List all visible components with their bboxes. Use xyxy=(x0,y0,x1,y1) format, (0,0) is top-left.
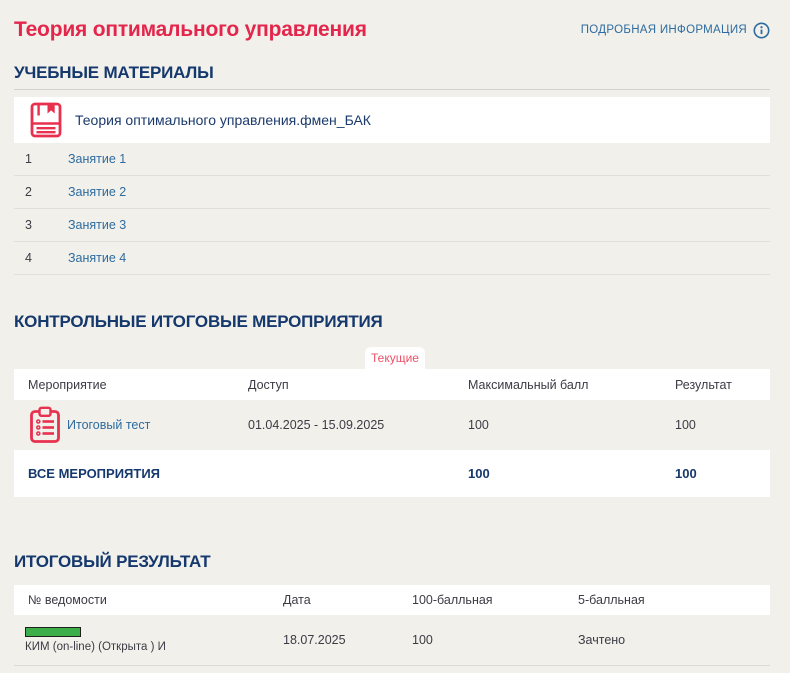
column-header-sheet: № ведомости xyxy=(28,593,107,607)
max-score-cell: 100 xyxy=(468,418,489,432)
column-header-scale100: 100-балльная xyxy=(412,593,493,607)
date-cell: 18.07.2025 xyxy=(283,633,346,647)
divider xyxy=(14,89,770,90)
lesson-row: 4 Занятие 4 xyxy=(14,242,770,275)
course-file-label: Теория оптимального управления.фмен_БАК xyxy=(75,112,371,128)
section-heading-final-result: ИТОГОВЫЙ РЕЗУЛЬТАТ xyxy=(14,552,211,571)
lesson-link-3[interactable]: Занятие 3 xyxy=(68,218,126,232)
footer-result: 100 xyxy=(675,466,697,481)
lesson-row: 2 Занятие 2 xyxy=(14,176,770,209)
column-header-result: Результат xyxy=(675,377,732,392)
sheet-label: КИМ (on-line) (Открыта ) И xyxy=(25,641,166,653)
score100-cell: 100 xyxy=(412,633,433,647)
final-result-table-header: № ведомости Дата 100-балльная 5-балльная xyxy=(14,585,770,615)
column-header-event: Мероприятие xyxy=(28,377,107,392)
page-header: Теория оптимального управления ПОДРОБНАЯ… xyxy=(14,0,770,47)
column-header-scale5: 5-балльная xyxy=(578,593,645,607)
event-cell: Итоговый тест xyxy=(14,406,248,444)
access-cell: 01.04.2025 - 15.09.2025 xyxy=(248,418,385,432)
detailed-info-link[interactable]: ПОДРОБНАЯ ИНФОРМАЦИЯ xyxy=(581,22,770,39)
clipboard-icon xyxy=(30,406,60,443)
book-icon xyxy=(30,102,62,138)
all-events-label: ВСЕ МЕРОПРИЯТИЯ xyxy=(28,466,161,481)
section-heading-materials: УЧЕБНЫЕ МАТЕРИАЛЫ xyxy=(14,63,214,82)
column-header-date: Дата xyxy=(283,593,311,607)
detailed-info-label: ПОДРОБНАЯ ИНФОРМАЦИЯ xyxy=(580,24,747,36)
lesson-number: 1 xyxy=(25,152,32,166)
lesson-link-4[interactable]: Занятие 4 xyxy=(68,251,126,265)
course-file-link[interactable]: Теория оптимального управления.фмен_БАК xyxy=(14,97,770,143)
lesson-number: 3 xyxy=(25,218,32,232)
lesson-row: 1 Занятие 1 xyxy=(14,143,770,176)
info-icon xyxy=(753,22,770,38)
control-events-table-header: Мероприятие Доступ Максимальный балл Рез… xyxy=(14,369,770,400)
sheet-cell: КИМ (on-line) (Открыта ) И xyxy=(14,627,283,653)
column-header-max-score: Максимальный балл xyxy=(468,377,589,392)
final-test-link[interactable]: Итоговый тест xyxy=(67,418,150,432)
footer-max-score: 100 xyxy=(468,466,490,481)
progress-bar xyxy=(25,627,81,637)
tab-current[interactable]: Текущие xyxy=(365,347,425,369)
page-content: Теория оптимального управления ПОДРОБНАЯ… xyxy=(14,0,770,666)
lesson-link-1[interactable]: Занятие 1 xyxy=(68,152,126,166)
lesson-link-2[interactable]: Занятие 2 xyxy=(68,185,126,199)
table-footer-row: ВСЕ МЕРОПРИЯТИЯ 100 100 xyxy=(14,450,770,497)
result-cell: 100 xyxy=(675,418,696,432)
lesson-row: 3 Занятие 3 xyxy=(14,209,770,242)
lesson-number: 4 xyxy=(25,251,32,265)
table-row: КИМ (on-line) (Открыта ) И 18.07.2025 10… xyxy=(14,615,770,666)
tab-row: Текущие xyxy=(14,347,770,369)
table-row: Итоговый тест 01.04.2025 - 15.09.2025 10… xyxy=(14,400,770,450)
page-title: Теория оптимального управления xyxy=(14,18,367,41)
section-heading-control-events: КОНТРОЛЬНЫЕ ИТОГОВЫЕ МЕРОПРИЯТИЯ xyxy=(14,312,383,331)
lesson-number: 2 xyxy=(25,185,32,199)
score5-cell: Зачтено xyxy=(578,633,626,647)
column-header-access: Доступ xyxy=(248,377,289,392)
